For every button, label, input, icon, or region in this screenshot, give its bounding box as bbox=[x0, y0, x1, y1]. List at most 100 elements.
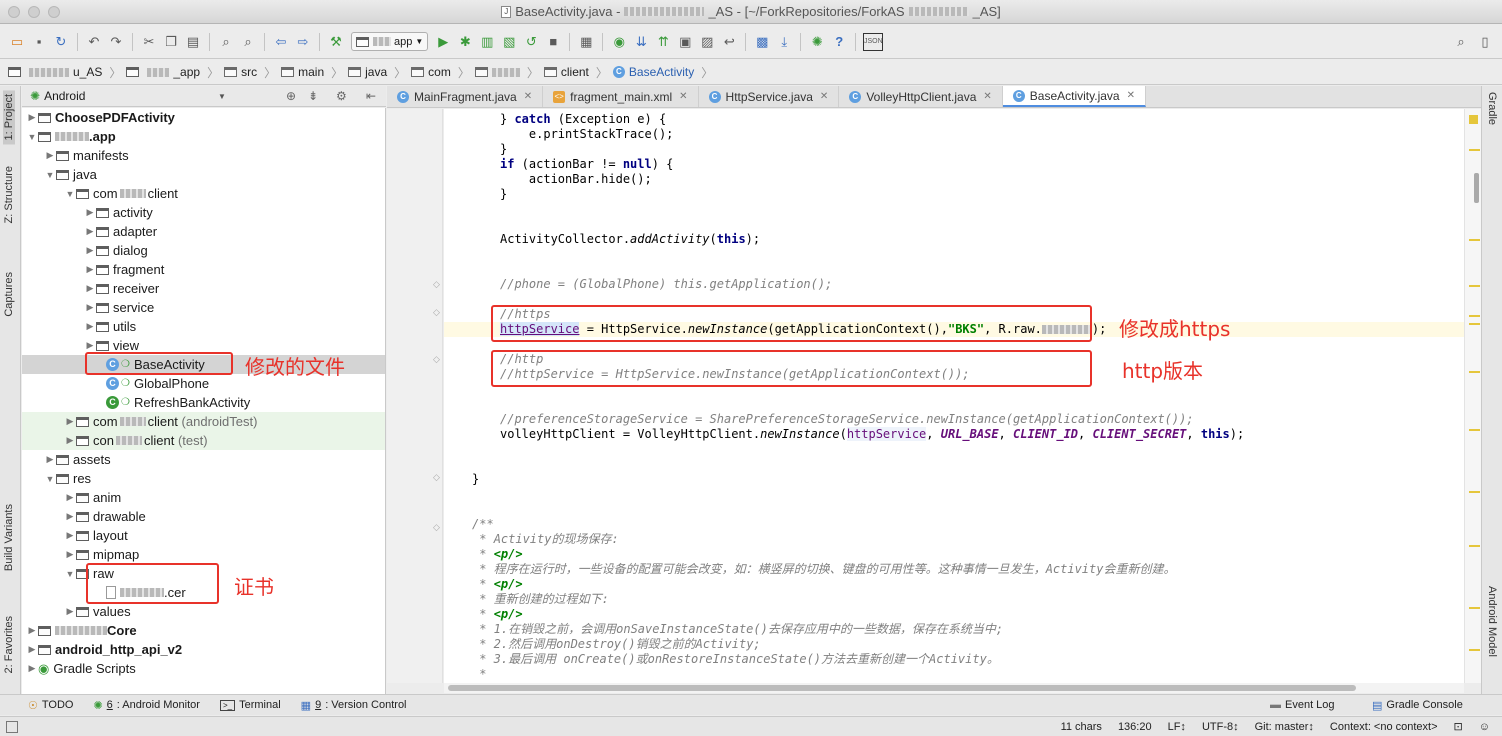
tool-tab-gradle[interactable]: Gradle bbox=[1486, 92, 1498, 125]
close-icon[interactable]: ✕ bbox=[983, 91, 991, 102]
tree-item-refreshbankactivity[interactable]: C ❍ RefreshBankActivity bbox=[22, 393, 385, 412]
fold-icon[interactable]: ◇ bbox=[433, 279, 440, 290]
tree-item-dialog[interactable]: ▶ dialog bbox=[22, 241, 385, 260]
chevron-right-icon[interactable]: ▶ bbox=[84, 226, 96, 237]
code-editor[interactable]: } catch (Exception e) { e.printStackTrac… bbox=[444, 109, 1464, 683]
tree-item-client-androidtest[interactable]: ▶ com client (androidTest) bbox=[22, 412, 385, 431]
search-icon[interactable]: ⌕ bbox=[1452, 33, 1470, 51]
tool-tab-project[interactable]: 1: Project bbox=[3, 90, 15, 145]
breadcrumb-item-baseactivity[interactable]: C BaseActivity bbox=[612, 65, 696, 79]
chevron-down-icon[interactable]: ▼ bbox=[218, 92, 226, 101]
chevron-down-icon[interactable]: ▼ bbox=[64, 569, 76, 579]
run-config-select[interactable]: app ▼ bbox=[351, 32, 429, 51]
tree-item-adapter[interactable]: ▶ adapter bbox=[22, 222, 385, 241]
tool-tab-gradle-console[interactable]: ▤ Gradle Console bbox=[1372, 699, 1463, 712]
tool-tab-favorites[interactable]: 2: Favorites bbox=[3, 616, 15, 673]
scrollbar-thumb[interactable] bbox=[1474, 173, 1479, 203]
hector-icon[interactable]: ☺ bbox=[1479, 721, 1490, 733]
tool-tab-android-monitor[interactable]: ✺ 6: Android Monitor bbox=[93, 699, 200, 712]
breadcrumb-item-app[interactable]: _app bbox=[126, 65, 202, 79]
breadcrumb-item-main[interactable]: main bbox=[281, 65, 326, 79]
tool-tab-version-control[interactable]: ▦ 9: Version Control bbox=[301, 699, 407, 712]
chevron-right-icon[interactable]: ▶ bbox=[26, 112, 38, 123]
chevron-right-icon[interactable]: ▶ bbox=[26, 663, 38, 674]
status-git-branch[interactable]: Git: master↕ bbox=[1255, 721, 1314, 733]
layout-icon[interactable]: ▯ bbox=[1476, 33, 1494, 51]
status-line-separator[interactable]: LF↕ bbox=[1168, 721, 1186, 733]
tool-tab-android-model[interactable]: Android Model bbox=[1486, 586, 1498, 657]
tool-windows-toggle-icon[interactable] bbox=[6, 721, 18, 733]
hide-panel-icon[interactable]: ⇤ bbox=[366, 89, 376, 103]
breadcrumb-item-project[interactable]: u_AS bbox=[8, 65, 104, 79]
scrollbar-thumb[interactable] bbox=[448, 685, 1356, 691]
tree-item-anim[interactable]: ▶ anim bbox=[22, 488, 385, 507]
tab-volleyhttpclient[interactable]: C VolleyHttpClient.java ✕ bbox=[839, 86, 1003, 107]
stop-icon[interactable]: ■ bbox=[544, 33, 562, 51]
chevron-right-icon[interactable]: ▶ bbox=[64, 416, 76, 427]
chevron-down-icon[interactable]: ▼ bbox=[44, 474, 56, 484]
tree-item-fragment[interactable]: ▶ fragment bbox=[22, 260, 385, 279]
chevron-down-icon[interactable]: ▼ bbox=[26, 132, 38, 142]
tab-httpservice[interactable]: C HttpService.java ✕ bbox=[699, 86, 840, 107]
paste-icon[interactable]: ▤ bbox=[184, 33, 202, 51]
chevron-right-icon[interactable]: ▶ bbox=[64, 435, 76, 446]
chevron-right-icon[interactable]: ▶ bbox=[44, 454, 56, 465]
chevron-right-icon[interactable]: ▶ bbox=[44, 150, 56, 161]
warning-indicator-icon[interactable] bbox=[1469, 115, 1478, 124]
tab-mainfragment[interactable]: C MainFragment.java ✕ bbox=[387, 86, 544, 107]
tree-item-client-test[interactable]: ▶ con client (test) bbox=[22, 431, 385, 450]
android-icon[interactable]: ✺ bbox=[808, 33, 826, 51]
gear-icon[interactable]: ⚙ bbox=[336, 89, 347, 103]
tree-item-manifests[interactable]: ▶ manifests bbox=[22, 146, 385, 165]
tree-item-core-module[interactable]: ▶ Core bbox=[22, 621, 385, 640]
tree-item-layout[interactable]: ▶ layout bbox=[22, 526, 385, 545]
tree-item-receiver[interactable]: ▶ receiver bbox=[22, 279, 385, 298]
back-icon[interactable]: ⇦ bbox=[272, 33, 290, 51]
tree-item-service[interactable]: ▶ service bbox=[22, 298, 385, 317]
close-icon[interactable]: ✕ bbox=[1127, 90, 1135, 101]
fold-icon[interactable]: ◇ bbox=[433, 307, 440, 318]
forward-icon[interactable]: ⇨ bbox=[294, 33, 312, 51]
cut-icon[interactable]: ✂ bbox=[140, 33, 158, 51]
tree-item-values[interactable]: ▶ values bbox=[22, 602, 385, 621]
editor-horizontal-scrollbar[interactable] bbox=[444, 683, 1464, 693]
chevron-right-icon[interactable]: ▶ bbox=[84, 245, 96, 256]
chevron-right-icon[interactable]: ▶ bbox=[84, 302, 96, 313]
history-icon[interactable]: ▣ bbox=[676, 33, 694, 51]
close-icon[interactable]: ✕ bbox=[679, 91, 687, 102]
chevron-right-icon[interactable]: ▶ bbox=[84, 340, 96, 351]
undo-icon[interactable]: ↶ bbox=[85, 33, 103, 51]
tree-item-mipmap[interactable]: ▶ mipmap bbox=[22, 545, 385, 564]
save-icon[interactable]: ▪ bbox=[30, 33, 48, 51]
fold-icon[interactable]: ◇ bbox=[433, 354, 440, 365]
tool-tab-event-log[interactable]: ▬ Event Log bbox=[1270, 699, 1335, 711]
fold-icon[interactable]: ◇ bbox=[433, 522, 440, 533]
status-encoding[interactable]: UTF-8↕ bbox=[1202, 721, 1239, 733]
replace-icon[interactable]: ⌕ bbox=[239, 33, 257, 51]
tool-tab-captures[interactable]: Captures bbox=[3, 272, 15, 317]
chevron-right-icon[interactable]: ▶ bbox=[26, 625, 38, 636]
sdk-manager-icon[interactable]: ▦ bbox=[577, 33, 595, 51]
collapse-all-icon[interactable]: ⇟ bbox=[308, 89, 318, 103]
breadcrumb-item-java[interactable]: java bbox=[348, 65, 389, 79]
chevron-down-icon[interactable]: ▼ bbox=[44, 170, 56, 180]
attach-debugger-icon[interactable]: ↺ bbox=[522, 33, 540, 51]
tree-item-activity[interactable]: ▶ activity bbox=[22, 203, 385, 222]
minimize-window-button[interactable] bbox=[28, 6, 40, 18]
tool-tab-todo[interactable]: ☉ TODO bbox=[28, 699, 73, 712]
breadcrumb-item-redacted[interactable] bbox=[474, 67, 522, 77]
make-project-icon[interactable]: ⚒ bbox=[327, 33, 345, 51]
tab-fragment-main-xml[interactable]: <> fragment_main.xml ✕ bbox=[543, 86, 699, 107]
tree-item-utils[interactable]: ▶ utils bbox=[22, 317, 385, 336]
lock-icon[interactable]: ⊡ bbox=[1454, 720, 1463, 733]
vcs-commit-icon[interactable]: ⇈ bbox=[654, 33, 672, 51]
tree-item-android-http-api-v2[interactable]: ▶ android_http_api_v2 bbox=[22, 640, 385, 659]
breadcrumb-item-src[interactable]: src bbox=[224, 65, 259, 79]
tree-item-java[interactable]: ▼ java bbox=[22, 165, 385, 184]
tool-tab-terminal[interactable]: >_ Terminal bbox=[219, 699, 281, 711]
vcs-update-icon[interactable]: ⇊ bbox=[632, 33, 650, 51]
close-window-button[interactable] bbox=[8, 6, 20, 18]
sync-icon[interactable]: ↻ bbox=[52, 33, 70, 51]
close-icon[interactable]: ✕ bbox=[820, 91, 828, 102]
tree-item-gradle-scripts[interactable]: ▶ ◉ Gradle Scripts bbox=[22, 659, 385, 678]
